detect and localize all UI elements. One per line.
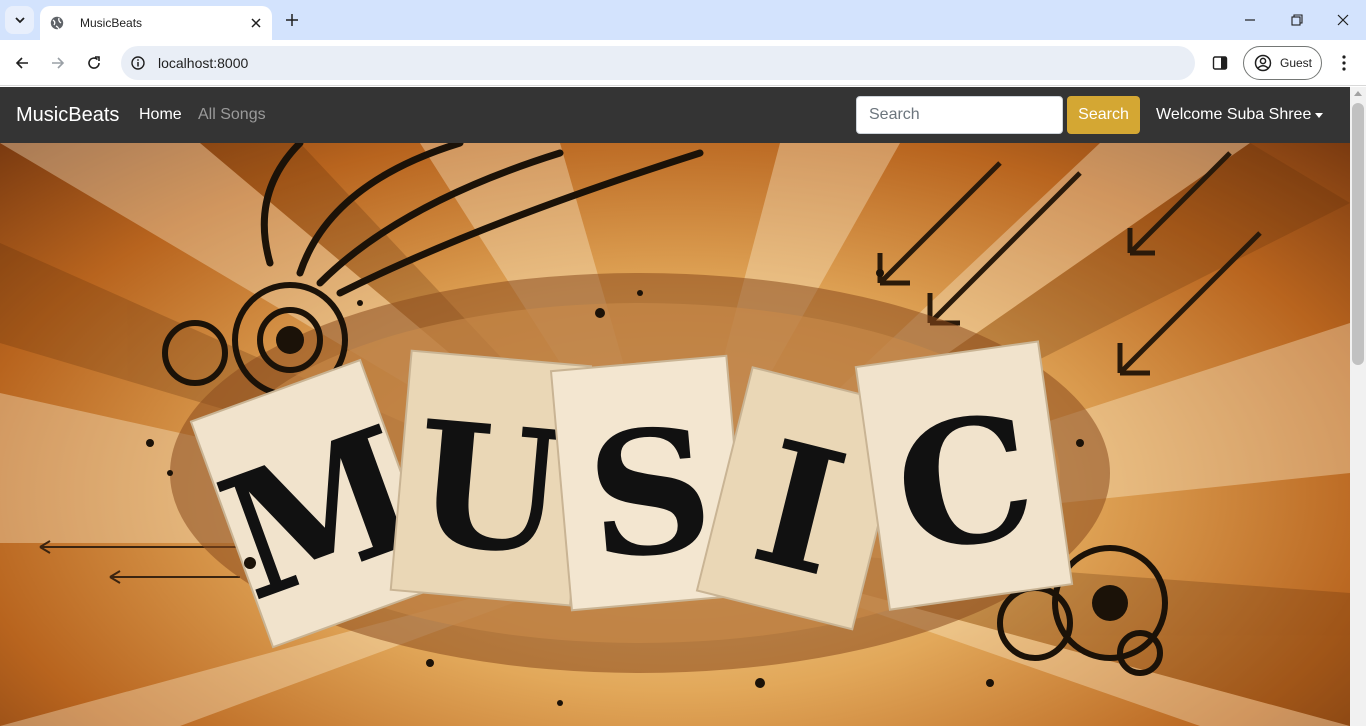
profile-label: Guest [1280,56,1313,70]
search-button[interactable]: Search [1067,96,1140,134]
caret-down-icon [1315,112,1324,118]
arrow-left-icon [15,57,28,69]
site-navbar: MusicBeats Home All Songs Search Welcome… [0,87,1350,143]
tab-search-button[interactable] [5,6,34,34]
hero-letter: C [884,376,1046,593]
browser-toolbar: localhost:8000 Guest [0,40,1366,86]
user-menu-label: Welcome Suba Shree [1156,106,1312,123]
restore-icon [1291,14,1303,26]
account-circle-icon [1254,54,1272,72]
user-menu-toggle[interactable]: Welcome Suba Shree [1156,106,1324,124]
web-page: MusicBeats Home All Songs Search Welcome… [0,87,1366,726]
more-vertical-icon [1342,55,1346,71]
profile-button[interactable]: Guest [1243,46,1322,80]
page-scrollbar[interactable] [1350,87,1366,726]
scroll-up-icon[interactable] [1354,91,1362,96]
address-bar[interactable]: localhost:8000 [121,46,1195,80]
reload-icon [88,56,100,69]
new-tab-button[interactable] [282,10,302,30]
address-url: localhost:8000 [158,55,249,71]
chevron-down-icon [14,17,25,24]
browser-menu-button[interactable] [1334,51,1354,75]
hero-letter: U [407,383,572,595]
close-icon [1337,14,1349,26]
close-window-button[interactable] [1330,7,1356,33]
plus-icon [286,14,298,26]
minimize-icon [1245,19,1255,21]
scroll-thumb[interactable] [1352,103,1364,365]
arrow-right-icon [52,57,65,69]
close-icon[interactable] [248,15,264,31]
hero-letter: S [580,389,720,599]
tab-title: MusicBeats [80,16,143,30]
nav-link-all-songs[interactable]: All Songs [198,106,266,124]
reload-button[interactable] [80,49,108,77]
side-panel-icon [1212,56,1228,70]
hero-image: M U S I C [0,143,1350,726]
minimize-button[interactable] [1237,7,1263,33]
globe-icon [49,15,65,31]
side-panel-button[interactable] [1209,52,1231,74]
search-input[interactable] [856,96,1063,134]
restore-button[interactable] [1284,7,1310,33]
back-button[interactable] [8,49,36,77]
nav-link-home[interactable]: Home [139,106,182,124]
site-brand[interactable]: MusicBeats [16,104,119,127]
hero-banner: M U S I C [0,143,1350,726]
info-icon[interactable] [130,55,146,71]
forward-button[interactable] [44,49,72,77]
browser-tab[interactable]: MusicBeats [40,6,272,40]
browser-tabstrip: MusicBeats [0,0,1366,40]
